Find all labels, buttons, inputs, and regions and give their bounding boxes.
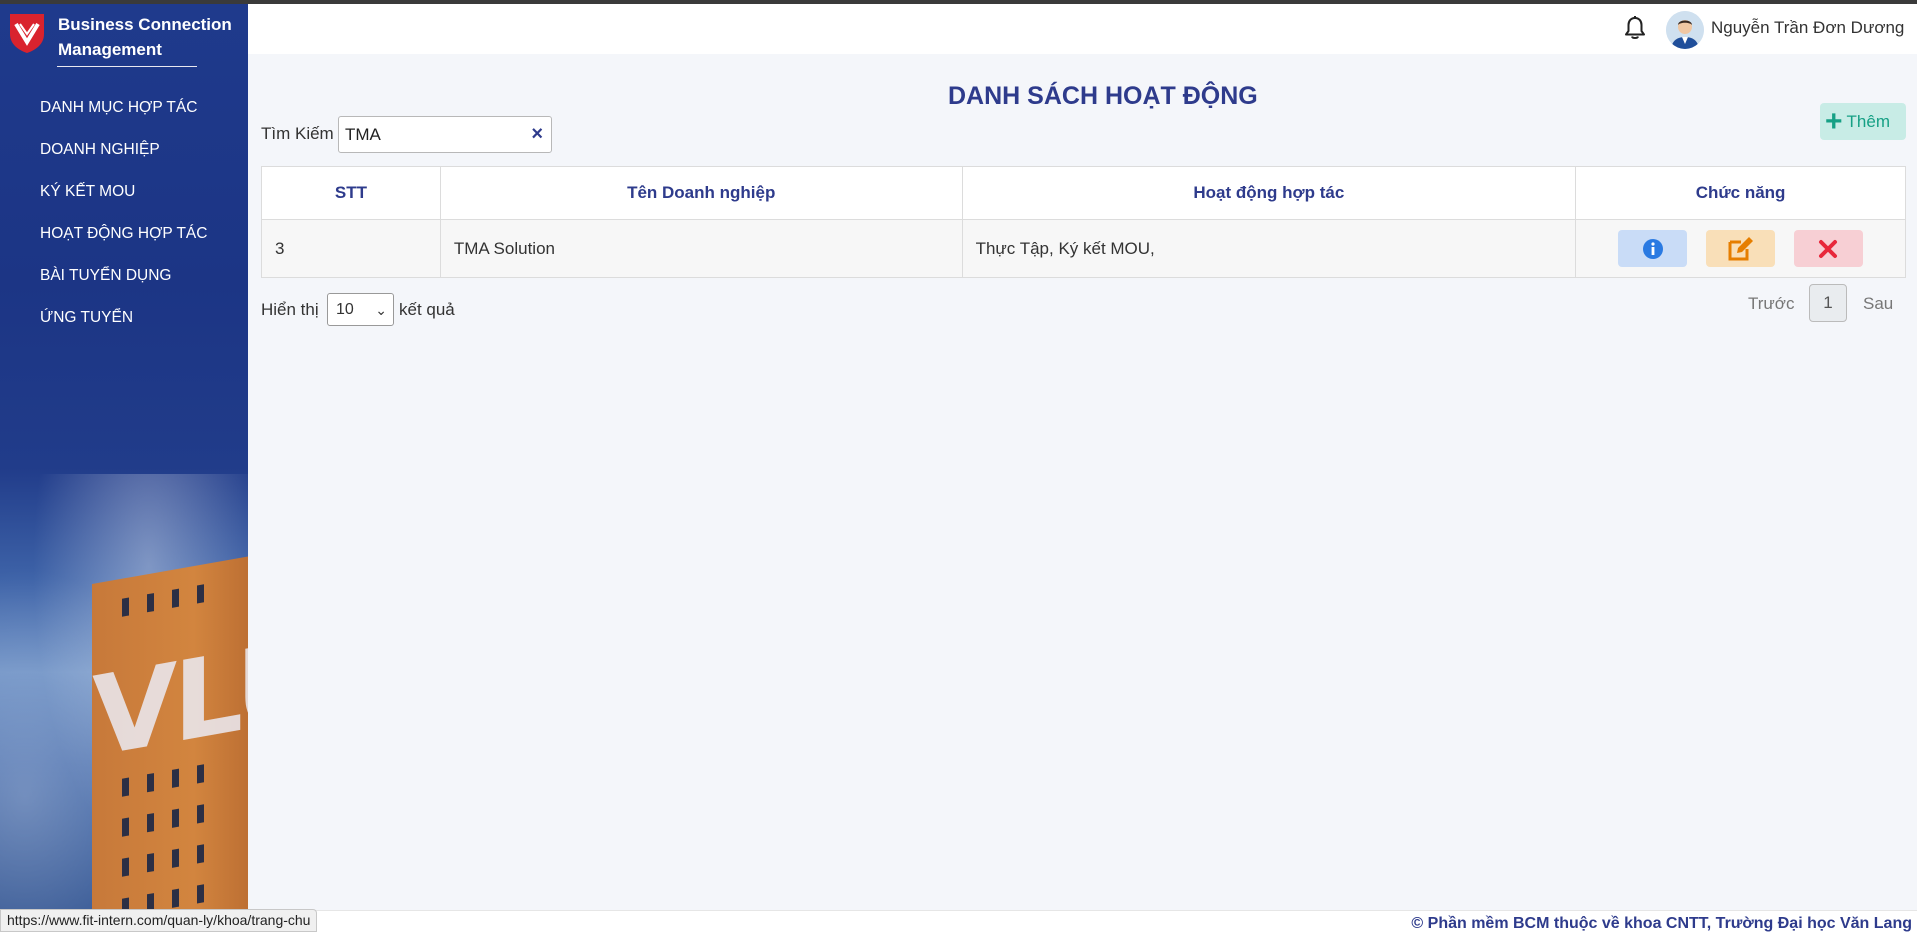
add-button[interactable]: + Thêm [1820,103,1906,140]
search-input[interactable] [345,123,515,147]
table-row: 3 TMA Solution Thực Tập, Ký kết MOU, [261,219,1906,278]
sidebar-background-building: VLU [92,554,248,932]
column-header-activities[interactable]: Hoạt động hợp tác [961,166,1577,220]
sidebar-item-danh-muc-hop-tac[interactable]: DANH MỤC HỢP TÁC [40,96,207,138]
browser-status-url: https://www.fit-intern.com/quan-ly/khoa/… [0,909,318,932]
clear-search-icon[interactable]: × [531,123,543,146]
delete-button[interactable] [1793,230,1863,267]
add-button-label: Thêm [1846,111,1890,131]
column-header-stt[interactable]: STT [261,166,441,220]
sidebar-item-hoat-dong-hop-tac[interactable]: HOẠT ĐỘNG HỢP TÁC [40,222,207,264]
plus-icon: + [1825,104,1843,138]
edit-button[interactable] [1706,230,1776,267]
delete-icon [1819,239,1838,258]
info-icon [1642,238,1663,259]
top-header: Nguyễn Trần Đơn Dương [248,4,1917,54]
vlu-logo-icon [10,14,44,53]
sidebar-item-ky-ket-mou[interactable]: KÝ KẾT MOU [40,180,207,222]
brand[interactable]: Business Connection Management [8,12,232,62]
cell-actions [1575,219,1906,278]
column-header-company-name[interactable]: Tên Doanh nghiệp [439,166,963,220]
cell-stt: 3 [261,219,441,278]
brand-title: Business Connection Management [58,12,232,62]
cell-activities: Thực Tập, Ký kết MOU, [961,219,1577,278]
user-avatar[interactable] [1666,11,1704,49]
page-size-select[interactable]: 10 ⌄ [327,293,394,326]
pagination-page-1[interactable]: 1 [1809,284,1847,322]
brand-title-line1: Business Connection [58,15,232,34]
user-avatar-icon [1666,11,1704,49]
pagination-prev[interactable]: Trước [1748,294,1794,314]
info-button[interactable] [1618,230,1688,267]
sidebar: VLU Business Connection Management DANH … [0,4,248,932]
page-size-value: 10 [336,301,354,318]
edit-icon [1728,236,1753,260]
page-size-suffix: kết quả [399,300,455,319]
table-header-row: STT Tên Doanh nghiệp Hoạt động hợp tác C… [261,166,1906,220]
search-field: × [338,116,552,153]
page-title: DANH SÁCH HOẠT ĐỘNG [948,82,1258,110]
cell-company-name: TMA Solution [439,219,963,278]
activity-table: STT Tên Doanh nghiệp Hoạt động hợp tác C… [261,166,1906,278]
building-lettering: VLU [92,613,248,782]
page-size-label: Hiển thị [261,300,319,319]
footer: © Phần mềm BCM thuộc về khoa CNTT, Trườn… [248,910,1917,932]
column-header-actions: Chức năng [1575,166,1906,220]
footer-copyright: © Phần mềm BCM thuộc về khoa CNTT, Trườn… [1411,915,1912,932]
sidebar-item-doanh-nghiep[interactable]: DOANH NGHIỆP [40,138,207,180]
sidebar-nav: DANH MỤC HỢP TÁC DOANH NGHIỆP KÝ KẾT MOU… [40,96,207,348]
bell-icon[interactable] [1624,15,1646,41]
chevron-down-icon: ⌄ [375,302,387,318]
sidebar-item-bai-tuyen-dung[interactable]: BÀI TUYỂN DỤNG [40,264,207,306]
brand-title-line2: Management [58,40,162,59]
sidebar-item-ung-tuyen[interactable]: ỨNG TUYỂN [40,306,207,348]
user-name[interactable]: Nguyễn Trần Đơn Dương [1711,18,1904,38]
search-label: Tìm Kiếm [261,124,334,143]
pagination-next[interactable]: Sau [1863,294,1893,314]
brand-divider [57,66,197,67]
